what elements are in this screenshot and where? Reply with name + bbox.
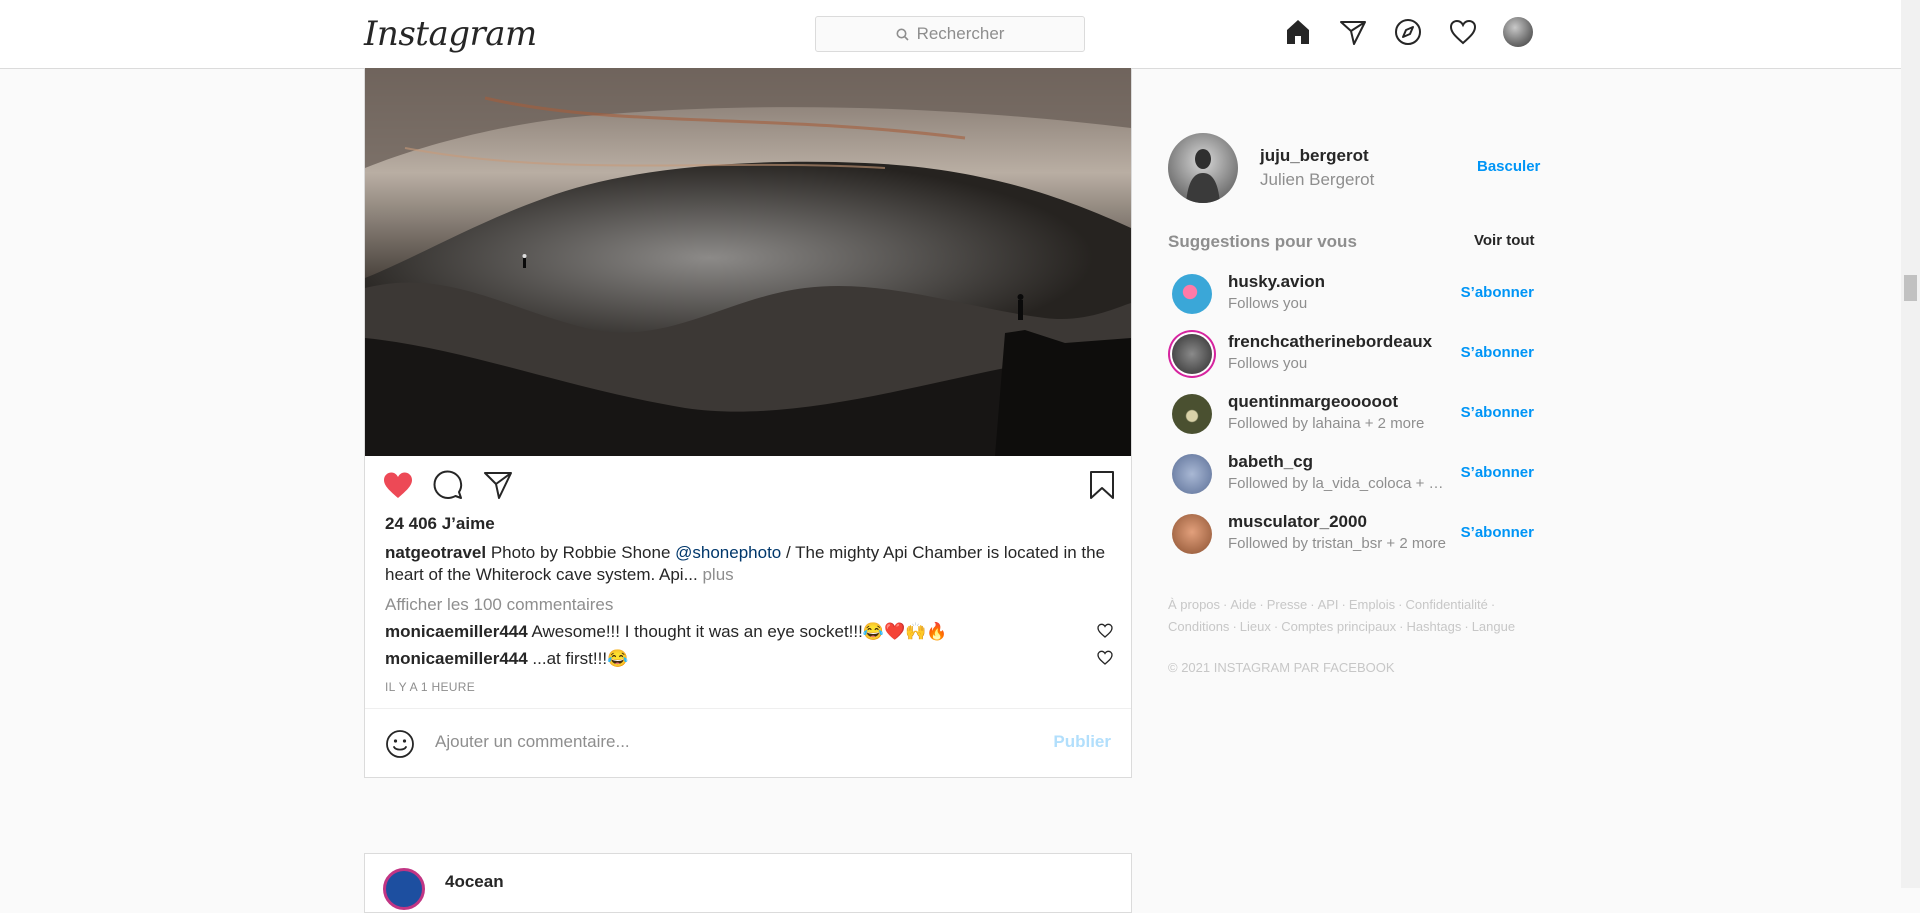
- search-placeholder: Rechercher: [916, 24, 1005, 43]
- suggestion-username[interactable]: babeth_cg: [1228, 452, 1313, 472]
- suggestion-avatar[interactable]: [1172, 274, 1212, 314]
- save-bookmark-icon[interactable]: [1085, 468, 1119, 502]
- comment-username[interactable]: monicaemiller444: [385, 649, 528, 668]
- footer-link[interactable]: Aide: [1230, 597, 1256, 612]
- search-icon: [896, 28, 909, 41]
- footer-link[interactable]: Emplois: [1349, 597, 1395, 612]
- suggestion-row: quentinmargeooooot Followed by lahaina +…: [1168, 390, 1534, 438]
- like-heart-icon[interactable]: [381, 468, 415, 502]
- search-input[interactable]: Rechercher: [815, 16, 1085, 52]
- suggestion-subtitle: Follows you: [1228, 355, 1308, 372]
- view-all-comments-link[interactable]: Afficher les 100 commentaires: [385, 595, 613, 615]
- post-actions: [384, 468, 1114, 508]
- share-icon[interactable]: [481, 468, 515, 502]
- follow-button[interactable]: S’abonner: [1461, 524, 1534, 541]
- follow-button[interactable]: S’abonner: [1461, 284, 1534, 301]
- comment-icon[interactable]: [431, 468, 465, 502]
- footer-link[interactable]: À propos: [1168, 597, 1220, 612]
- suggestion-avatar[interactable]: [1172, 514, 1212, 554]
- feed-post: 24 406 J’aime natgeotravel Photo by Robb…: [364, 68, 1132, 778]
- suggestion-row: babeth_cg Followed by la_vida_coloca + 3…: [1168, 450, 1534, 498]
- footer-link[interactable]: Langue: [1472, 619, 1515, 634]
- suggestion-row: frenchcatherinebordeaux Follows you S’ab…: [1168, 330, 1534, 378]
- current-user-avatar[interactable]: [1168, 133, 1238, 203]
- footer-link[interactable]: Comptes principaux: [1281, 619, 1396, 634]
- suggestion-row: husky.avion Follows you S’abonner: [1168, 270, 1534, 318]
- footer-link[interactable]: Conditions: [1168, 619, 1229, 634]
- suggestion-avatar[interactable]: [1172, 454, 1212, 494]
- suggestion-username[interactable]: musculator_2000: [1228, 512, 1367, 532]
- suggestion-subtitle: Followed by lahaina + 2 more: [1228, 415, 1425, 432]
- caption-more-link[interactable]: plus: [698, 565, 733, 584]
- current-fullname: Julien Bergerot: [1260, 170, 1375, 189]
- direct-icon[interactable]: [1338, 17, 1368, 47]
- post-author-username[interactable]: 4ocean: [445, 872, 504, 892]
- footer-link[interactable]: Confidentialité: [1405, 597, 1487, 612]
- post-caption: natgeotravel Photo by Robbie Shone @shon…: [385, 542, 1115, 586]
- suggestion-row: musculator_2000 Followed by tristan_bsr …: [1168, 510, 1534, 558]
- emoji-smiley-icon[interactable]: [385, 729, 415, 764]
- suggestions-title: Suggestions pour vous: [1168, 232, 1357, 251]
- explore-icon[interactable]: [1393, 17, 1423, 47]
- footer-link[interactable]: Presse: [1267, 597, 1307, 612]
- profile-avatar[interactable]: [1503, 17, 1533, 47]
- suggestion-username[interactable]: frenchcatherinebordeaux: [1228, 332, 1432, 352]
- add-comment-input[interactable]: Ajouter un commentaire...: [435, 732, 630, 752]
- post-timestamp[interactable]: IL Y A 1 HEURE: [385, 680, 475, 694]
- instagram-logo[interactable]: Instagram: [364, 14, 537, 54]
- page-scrollbar[interactable]: [1901, 0, 1920, 888]
- suggestion-subtitle: Followed by tristan_bsr + 2 more: [1228, 535, 1447, 552]
- caption-text: Photo by Robbie Shone: [486, 543, 676, 562]
- post-photo[interactable]: [365, 68, 1131, 456]
- follow-button[interactable]: S’abonner: [1461, 404, 1534, 421]
- suggestion-username[interactable]: husky.avion: [1228, 272, 1325, 292]
- footer-link[interactable]: Hashtags: [1406, 619, 1461, 634]
- suggestion-avatar-story-ring[interactable]: [1172, 334, 1212, 374]
- suggestion-username[interactable]: quentinmargeooooot: [1228, 392, 1398, 412]
- comment-text: Awesome!!! I thought it was an eye socke…: [527, 622, 948, 641]
- publish-button[interactable]: Publier: [1053, 732, 1111, 752]
- suggestion-subtitle: Followed by la_vida_coloca + 3 more: [1228, 475, 1450, 492]
- top-navbar: Instagram Rechercher: [0, 0, 1901, 69]
- feed-post-next: 4ocean: [364, 853, 1132, 913]
- follow-button[interactable]: S’abonner: [1461, 344, 1534, 361]
- comment-row: monicaemiller444 ...at first!!!😂: [385, 649, 1085, 669]
- suggestion-subtitle: Follows you: [1228, 295, 1308, 312]
- see-all-link[interactable]: Voir tout: [1474, 232, 1535, 249]
- footer-links: À propos · Aide · Presse · API · Emplois · Confide…: [1168, 597, 1516, 634]
- comment-row: monicaemiller444 Awesome!!! I thought it…: [385, 622, 1085, 642]
- switch-account-button[interactable]: Basculer: [1477, 158, 1540, 175]
- current-username[interactable]: juju_bergerot: [1260, 146, 1369, 166]
- caption-username[interactable]: natgeotravel: [385, 543, 486, 562]
- activity-heart-icon[interactable]: [1448, 17, 1478, 47]
- copyright: © 2021 INSTAGRAM PAR FACEBOOK: [1168, 660, 1395, 675]
- post-author-avatar[interactable]: [383, 868, 425, 910]
- comment-text: ...at first!!!😂: [527, 649, 629, 668]
- footer-link[interactable]: Lieux: [1240, 619, 1271, 634]
- suggestion-avatar[interactable]: [1172, 394, 1212, 434]
- follow-button[interactable]: S’abonner: [1461, 464, 1534, 481]
- comment-like-heart-icon[interactable]: [1097, 650, 1113, 670]
- comment-username[interactable]: monicaemiller444: [385, 622, 528, 641]
- likes-count[interactable]: 24 406 J’aime: [385, 514, 495, 534]
- caption-mention[interactable]: @shonephoto: [675, 543, 781, 562]
- home-icon[interactable]: [1283, 17, 1313, 47]
- comment-like-heart-icon[interactable]: [1097, 623, 1113, 643]
- add-comment-bar: Ajouter un commentaire... Publier: [365, 708, 1131, 777]
- page-scrollbar-thumb[interactable]: [1904, 275, 1917, 301]
- footer-link[interactable]: API: [1318, 597, 1339, 612]
